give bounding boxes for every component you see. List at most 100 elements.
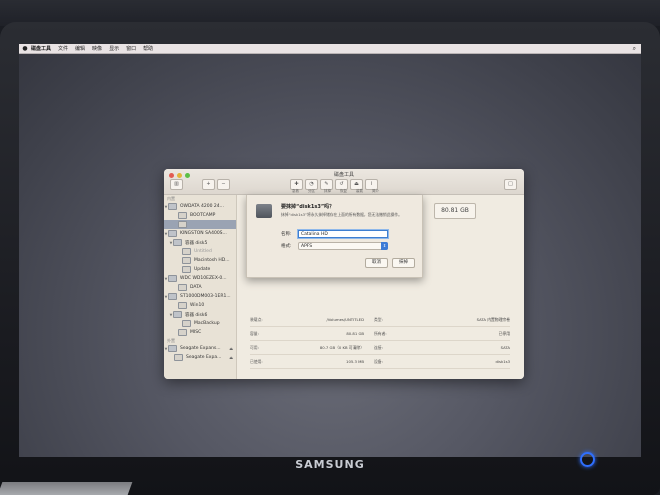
volume-info-table: 装载点: /Volumes/UNTITLED 类型: SATA 内置物理宗卷 容… (250, 313, 510, 369)
drive-icon (168, 275, 177, 282)
sidebar-toggle-button[interactable]: ▥ (170, 179, 183, 190)
sidebar-item-label: WDC WD10EZEX-0... (180, 276, 227, 281)
menu-app[interactable]: 磁盘工具 (31, 45, 51, 52)
volume-icon (182, 320, 191, 327)
info-row: 可用: 80.7 GB（0 KB 可清除） 连接: SATA (250, 341, 510, 355)
info-row: 已使用: 105.3 MB 设备: disk1s3 (250, 355, 510, 369)
format-select-value: APFS (301, 244, 313, 249)
sidebar-volume[interactable]: Update (164, 265, 236, 274)
info-value: /Volumes/UNTITLED (326, 317, 364, 322)
info-value: 80.7 GB（0 KB 可清除） (319, 344, 364, 350)
menu-help[interactable]: 帮助 (143, 45, 153, 52)
sidebar-section-external: 外置 (167, 337, 175, 343)
sidebar-item-label: MISC (190, 330, 202, 335)
info-value: 105.3 MB (346, 359, 364, 364)
drive-icon (168, 203, 177, 210)
sidebar-item-label: ST1000DM003-1ER1... (180, 294, 231, 299)
container-icon (173, 239, 182, 246)
sidebar-item-label: KINGSTON SA400S... (180, 231, 227, 236)
menu-view[interactable]: 显示 (109, 45, 119, 52)
volume-icon (182, 248, 191, 255)
info-label: 简介 (372, 189, 379, 193)
sidebar-item-label: 容器 disk6 (185, 312, 208, 318)
sidebar-container[interactable]: ▼ 容器 disk6 (164, 310, 236, 319)
volume-icon (178, 221, 187, 228)
sidebar-item-label: OWDATA 4200 24... (180, 204, 224, 209)
sidebar-volume[interactable]: BOOTCAMP (164, 211, 236, 220)
sidebar-external-volume[interactable]: Seagate Expa... ⏏ (164, 353, 236, 362)
cancel-button[interactable]: 取消 (365, 258, 388, 268)
info-value: SATA 内置物理宗卷 (476, 316, 510, 322)
sidebar-item-label: Seagate Expa... (186, 355, 222, 360)
disk-icon (256, 204, 272, 218)
monitor-bezel: ● 磁盘工具 文件 编辑 映像 显示 窗口 帮助 ⌕ 磁盘工具 ▥ + − ✚ … (0, 22, 660, 495)
sidebar-item-label: Untitled (194, 249, 212, 254)
info-row: 容量: 80.81 GB 所有者: 已停用 (250, 327, 510, 341)
sidebar-item-label: MacBackup (194, 321, 220, 326)
sidebar-volume-selected[interactable] (164, 220, 236, 229)
drive-icon (168, 230, 177, 237)
menu-image[interactable]: 映像 (92, 45, 102, 52)
format-select[interactable]: APFS ⇕ (298, 242, 388, 250)
container-icon (173, 311, 182, 318)
menu-edit[interactable]: 编辑 (75, 45, 85, 52)
info-value: 已停用 (498, 330, 510, 336)
info-label: 连接: (374, 344, 383, 350)
format-label: 格式: (281, 244, 292, 249)
toolbar-labels: 急救 分区 抹掉 恢复 装载 简介 (290, 189, 381, 194)
menu-file[interactable]: 文件 (58, 45, 68, 52)
chevron-updown-icon: ⇕ (381, 242, 388, 250)
sidebar-item-label: DATA (190, 285, 202, 290)
volume-icon (182, 266, 191, 273)
name-input[interactable]: Catalina HD (298, 230, 388, 238)
desk-surface (0, 482, 133, 495)
info-label: 容量: (250, 330, 259, 336)
spotlight-search-icon[interactable]: ⌕ (633, 45, 636, 53)
screen: ● 磁盘工具 文件 编辑 映像 显示 窗口 帮助 ⌕ 磁盘工具 ▥ + − ✚ … (19, 44, 641, 457)
sidebar-disk[interactable]: ▼ ST1000DM003-1ER1... (164, 292, 236, 301)
external-drive-icon (168, 345, 177, 352)
erase-confirm-button[interactable]: 抹掉 (392, 258, 415, 268)
name-label: 名称: (281, 232, 292, 237)
partition-label: 分区 (308, 189, 315, 193)
info-value: disk1s3 (495, 359, 510, 364)
volume-size-display: 80.81 GB (434, 203, 476, 219)
info-row: 装载点: /Volumes/UNTITLED 类型: SATA 内置物理宗卷 (250, 313, 510, 327)
erase-sheet: 要抹掉“disk1s3”吗？ 抹掉“disk1s3”将永久抹掉储存在上面的所有数… (246, 195, 423, 278)
info-label: 装载点: (250, 316, 263, 322)
volume-icon (178, 284, 187, 291)
apple-icon[interactable]: ● (19, 45, 31, 52)
info-label: 类型: (374, 316, 383, 322)
volume-icon (174, 354, 183, 361)
eject-icon[interactable]: ⏏ (229, 355, 233, 360)
sidebar-container[interactable]: ▼ 容器 disk5 (164, 238, 236, 247)
volume-remove-button[interactable]: − (217, 179, 230, 190)
share-button[interactable]: □ (504, 179, 517, 190)
sidebar-external-disk[interactable]: ▼ Seagate Expans... ⏏ (164, 344, 236, 353)
sidebar-volume[interactable]: Macintosh HD... (164, 256, 236, 265)
sidebar-item-label: Macintosh HD... (194, 258, 230, 263)
first-aid-label: 急救 (292, 189, 299, 193)
disk-utility-window: 磁盘工具 ▥ + − ✚ ◔ ✎ ↺ ⏏ i 急救 分区 抹掉 恢复 装载 简介… (164, 169, 524, 379)
sidebar-volume[interactable]: MISC (164, 328, 236, 337)
menu-bar: ● 磁盘工具 文件 编辑 映像 显示 窗口 帮助 ⌕ (19, 44, 641, 54)
eject-icon[interactable]: ⏏ (229, 346, 233, 351)
info-label: 所有者: (374, 330, 387, 336)
info-label: 设备: (374, 358, 383, 364)
volume-icon (182, 257, 191, 264)
mount-label: 装载 (356, 189, 363, 193)
sidebar-volume[interactable]: MacBackup (164, 319, 236, 328)
sidebar-volume[interactable]: DATA (164, 283, 236, 292)
menu-window[interactable]: 窗口 (126, 45, 136, 52)
volume-icon (178, 302, 187, 309)
power-button-icon[interactable] (580, 452, 595, 467)
volume-add-button[interactable]: + (202, 179, 215, 190)
sidebar-disk[interactable]: ▼ OWDATA 4200 24... (164, 202, 236, 211)
sidebar-disk[interactable]: ▼ KINGSTON SA400S... (164, 229, 236, 238)
volume-icon (178, 329, 187, 336)
sidebar-item-label: Update (194, 267, 211, 272)
sidebar-disk[interactable]: ▼ WDC WD10EZEX-0... (164, 274, 236, 283)
erase-label: 抹掉 (324, 189, 331, 193)
sidebar-volume[interactable]: Win10 (164, 301, 236, 310)
sidebar-volume[interactable]: Untitled (164, 247, 236, 256)
